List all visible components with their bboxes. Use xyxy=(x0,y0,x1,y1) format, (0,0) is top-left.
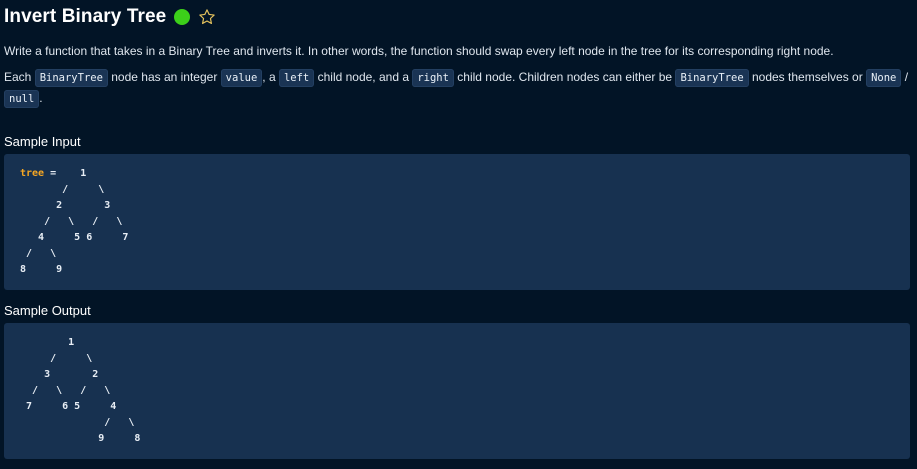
details-text: Each xyxy=(4,70,35,84)
title-row: Invert Binary Tree xyxy=(4,4,216,30)
code-binarytree: BinaryTree xyxy=(34,69,108,87)
sample-input-code: tree = 1 / \ 2 3 / \ / \ 4 5 6 7 / \ 8 9 xyxy=(20,166,128,278)
tree-assign-root: = 1 xyxy=(44,168,87,179)
code-left: left xyxy=(278,69,315,87)
details-text: nodes themselves or xyxy=(748,70,867,84)
problem-details-cont: null. xyxy=(4,90,43,108)
details-text: / xyxy=(901,70,909,84)
input-tree-diagram: / \ 2 3 / \ / \ 4 5 6 7 / \ 8 9 xyxy=(20,184,129,275)
sample-input-label: Sample Input xyxy=(4,134,81,149)
details-text: child node. Children nodes can either be xyxy=(453,70,676,84)
sample-input-panel: tree = 1 / \ 2 3 / \ / \ 4 5 6 7 / \ 8 9 xyxy=(4,154,910,290)
code-binarytree: BinaryTree xyxy=(675,69,749,87)
sample-output-label: Sample Output xyxy=(4,303,91,318)
code-none: None xyxy=(866,69,902,87)
star-icon[interactable] xyxy=(198,8,216,26)
code-null: null xyxy=(4,90,40,108)
difficulty-status-icon xyxy=(174,9,191,25)
sample-output-panel: 1 / \ 3 2 / \ / \ 7 6 5 4 / \ 9 8 xyxy=(4,323,910,459)
code-value: value xyxy=(220,69,263,87)
details-text: , a xyxy=(262,70,279,84)
details-text: node has an integer xyxy=(107,70,221,84)
tree-variable: tree xyxy=(20,168,45,179)
details-text: . xyxy=(39,91,43,105)
code-right: right xyxy=(412,69,454,87)
problem-description: Write a function that takes in a Binary … xyxy=(4,44,834,58)
details-text: child node, and a xyxy=(314,70,413,84)
page-title: Invert Binary Tree xyxy=(4,6,167,27)
output-tree-diagram: 1 / \ 3 2 / \ / \ 7 6 5 4 / \ 9 8 xyxy=(26,337,141,444)
problem-details: Each BinaryTree node has an integer valu… xyxy=(4,69,909,87)
